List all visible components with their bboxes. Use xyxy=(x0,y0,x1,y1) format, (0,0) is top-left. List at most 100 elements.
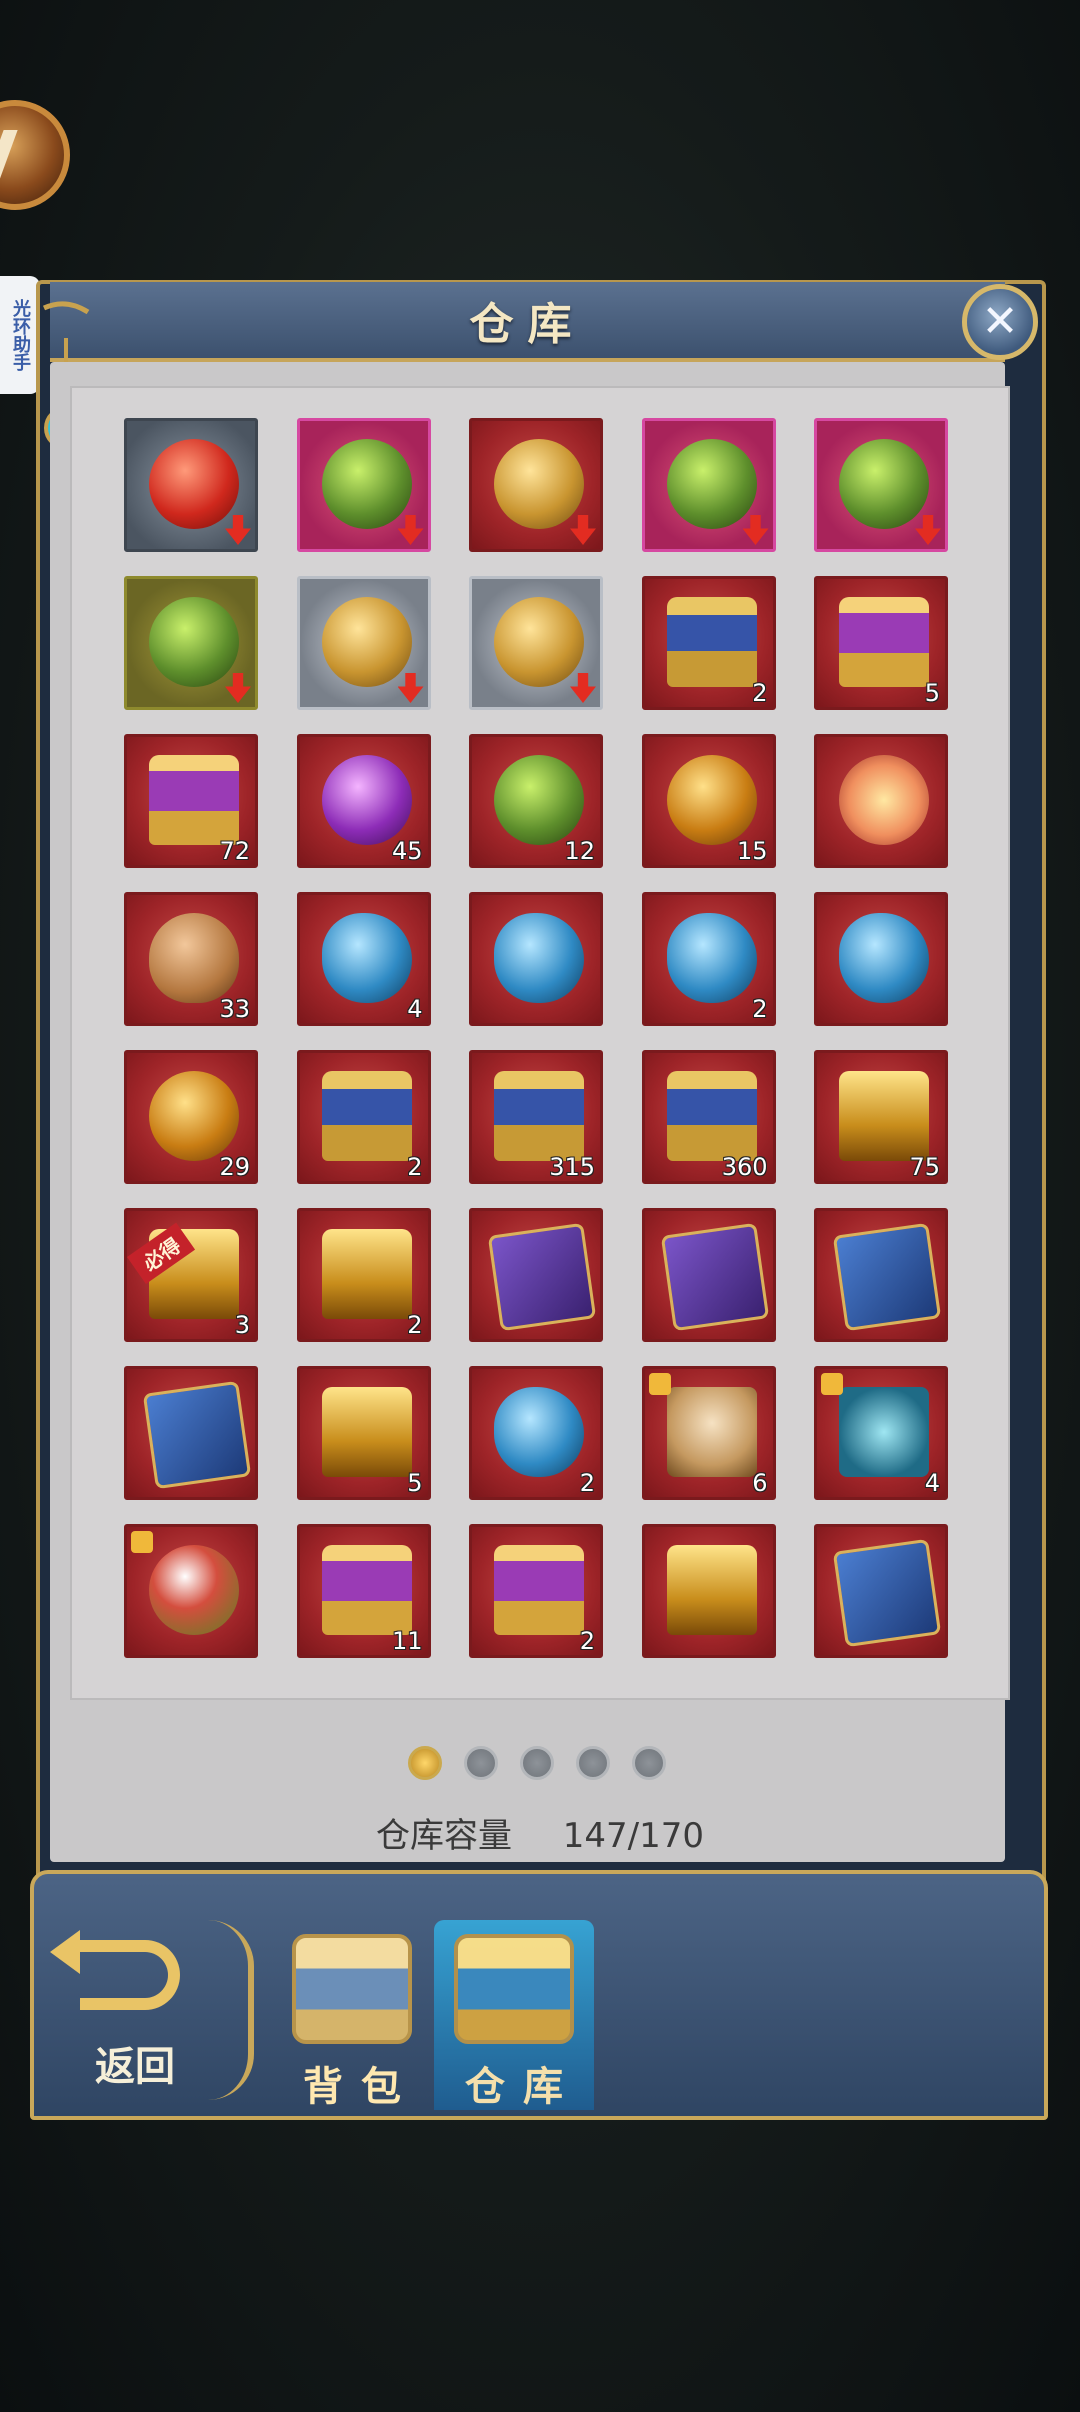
item-slot[interactable]: 2 xyxy=(296,1050,431,1184)
item-count: 12 xyxy=(564,837,595,865)
item-count: 6 xyxy=(752,1469,768,1497)
bag-icon xyxy=(292,1934,412,2044)
item-slot[interactable] xyxy=(124,1366,258,1500)
page-dot[interactable] xyxy=(576,1746,610,1780)
item-count: 2 xyxy=(752,679,768,707)
item-count: 2 xyxy=(579,1469,595,1497)
green-item-icon xyxy=(839,439,929,529)
tab-bag[interactable]: 背包 xyxy=(272,1920,432,2110)
puzzle-piece-icon xyxy=(131,1531,153,1553)
item-slot[interactable]: 2 xyxy=(296,1208,431,1342)
item-slot[interactable]: 11 xyxy=(296,1524,431,1658)
gold-item-icon xyxy=(321,597,412,687)
down-arrow-icon xyxy=(915,515,941,545)
item-slot[interactable] xyxy=(814,1524,948,1658)
title-bar: 仓库 xyxy=(50,282,1005,362)
item-slot[interactable]: 4 xyxy=(814,1366,948,1500)
item-slot[interactable]: 360 xyxy=(641,1050,776,1184)
bottom-divider xyxy=(208,1920,254,2100)
chestgold-item-icon xyxy=(666,1545,757,1635)
item-slot[interactable]: 72 xyxy=(124,734,258,868)
item-slot[interactable] xyxy=(469,892,603,1026)
item-count: 29 xyxy=(219,1153,250,1181)
blue-item-icon xyxy=(666,913,757,1003)
item-count: 3 xyxy=(234,1311,250,1339)
capacity-row: 仓库容量 147/170 xyxy=(0,1808,1080,1857)
item-slot[interactable] xyxy=(469,418,603,552)
panel-title: 仓库 xyxy=(469,299,586,350)
item-count: 4 xyxy=(407,995,423,1023)
chestgold-item-icon xyxy=(321,1387,412,1477)
item-slot[interactable] xyxy=(469,576,603,710)
pouch-item-icon xyxy=(149,913,239,1003)
item-slot[interactable]: 6 xyxy=(641,1366,776,1500)
helper-tab[interactable]: 光环助手 xyxy=(0,276,40,394)
item-slot[interactable]: 315 xyxy=(469,1050,603,1184)
item-slot[interactable] xyxy=(814,734,948,868)
item-slot[interactable]: 29 xyxy=(124,1050,258,1184)
blue-item-icon xyxy=(494,913,584,1003)
item-slot[interactable]: 5 xyxy=(814,576,948,710)
item-slot[interactable] xyxy=(296,576,431,710)
orb-item-icon xyxy=(149,1071,239,1161)
item-slot[interactable] xyxy=(124,418,258,552)
item-slot[interactable]: 4 xyxy=(296,892,431,1026)
item-slot[interactable] xyxy=(296,418,431,552)
item-slot[interactable] xyxy=(814,1208,948,1342)
chest-item-icon xyxy=(666,597,757,687)
item-slot[interactable] xyxy=(814,892,948,1026)
item-count: 5 xyxy=(407,1469,423,1497)
item-count: 4 xyxy=(924,1469,940,1497)
item-slot[interactable] xyxy=(814,418,948,552)
chest-item-icon xyxy=(666,1071,757,1161)
item-count: 2 xyxy=(407,1153,423,1181)
item-slot[interactable] xyxy=(124,576,258,710)
item-count: 2 xyxy=(407,1311,423,1339)
back-button[interactable]: 返回 xyxy=(50,1930,200,2090)
game-emblem-icon[interactable] xyxy=(0,100,70,210)
page-dot[interactable] xyxy=(632,1746,666,1780)
item-slot[interactable]: 2 xyxy=(641,576,776,710)
green-item-icon xyxy=(149,597,239,687)
purple-item-icon xyxy=(321,755,412,845)
item-count: 15 xyxy=(736,837,768,865)
card-item-icon xyxy=(660,1222,769,1332)
item-slot[interactable]: 15 xyxy=(641,734,776,868)
down-arrow-icon xyxy=(397,673,424,703)
down-arrow-icon xyxy=(225,673,251,703)
item-slot[interactable]: 5 xyxy=(296,1366,431,1500)
item-count: 72 xyxy=(219,837,250,865)
item-slot[interactable]: 75 xyxy=(814,1050,948,1184)
close-button[interactable]: ✕ xyxy=(962,284,1038,360)
tab-warehouse[interactable]: 仓库 xyxy=(434,1920,594,2110)
item-slot[interactable] xyxy=(641,418,776,552)
chestgold-item-icon xyxy=(321,1229,412,1319)
page-dot[interactable] xyxy=(408,1746,442,1780)
item-slot[interactable]: 2 xyxy=(469,1524,603,1658)
blue-item-icon xyxy=(839,913,929,1003)
portrait-item-icon xyxy=(666,1387,757,1477)
item-slot[interactable] xyxy=(124,1524,258,1658)
tab-bag-label: 背包 xyxy=(303,2064,419,2110)
item-slot[interactable]: 2 xyxy=(641,892,776,1026)
puzzle-piece-icon xyxy=(821,1373,843,1395)
down-arrow-icon xyxy=(225,515,251,545)
page-dot[interactable] xyxy=(520,1746,554,1780)
chestpurple-item-icon xyxy=(321,1545,412,1635)
item-slot[interactable]: 12 xyxy=(469,734,603,868)
item-slot[interactable] xyxy=(469,1208,603,1342)
item-slot[interactable]: 2 xyxy=(469,1366,603,1500)
page-dot[interactable] xyxy=(464,1746,498,1780)
item-slot[interactable]: 必得 3 xyxy=(124,1208,258,1342)
chestpurple-item-icon xyxy=(494,1545,584,1635)
item-count: 5 xyxy=(924,679,940,707)
helper-label: 光环助手 xyxy=(10,299,31,371)
down-arrow-icon xyxy=(397,515,424,545)
bell-item-icon xyxy=(149,1545,239,1635)
puzzle-piece-icon xyxy=(648,1373,671,1395)
green-item-icon xyxy=(321,439,412,529)
item-slot[interactable] xyxy=(641,1524,776,1658)
item-slot[interactable] xyxy=(641,1208,776,1342)
item-slot[interactable]: 33 xyxy=(124,892,258,1026)
item-slot[interactable]: 45 xyxy=(296,734,431,868)
